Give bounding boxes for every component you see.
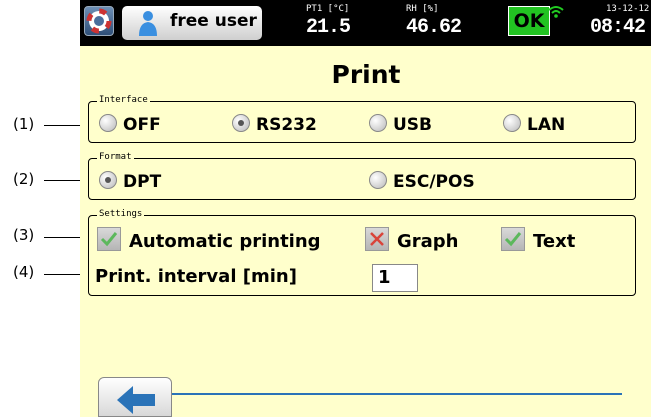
status-bar: free user PT1 [°C] 21.5 RH [%] 46.62 OK … bbox=[80, 0, 651, 46]
format-option-escpos[interactable]: ESC/POS bbox=[369, 171, 475, 192]
format-option-dpt[interactable]: DPT bbox=[99, 171, 161, 192]
checkbox-label: Automatic printing bbox=[129, 231, 321, 252]
callout-2: (2) bbox=[13, 170, 35, 188]
back-button[interactable] bbox=[98, 377, 172, 417]
page-title: Print bbox=[331, 60, 401, 89]
callout-3: (3) bbox=[13, 226, 35, 244]
back-arrow-icon bbox=[99, 386, 171, 417]
graph-checkbox[interactable]: Graph bbox=[365, 227, 459, 252]
print-interval-label: Print. interval [min] bbox=[95, 266, 297, 287]
date-label: 13-12-12 bbox=[606, 4, 650, 14]
interface-legend: Interface bbox=[97, 95, 150, 105]
radio-selected-icon bbox=[232, 114, 250, 132]
settings-legend: Settings bbox=[97, 209, 145, 219]
text-checkbox[interactable]: Text bbox=[501, 227, 575, 252]
option-label: ESC/POS bbox=[393, 172, 475, 192]
checkbox-label: Text bbox=[533, 231, 576, 252]
print-interval-input[interactable]: 1 bbox=[372, 264, 418, 292]
radio-icon bbox=[503, 114, 521, 132]
cross-icon bbox=[365, 227, 389, 251]
interface-group: Interface OFF RS232 USB LAN bbox=[88, 95, 636, 143]
divider-line bbox=[172, 393, 622, 395]
option-label: LAN bbox=[527, 115, 566, 135]
sensor2-value: 46.62 bbox=[406, 16, 462, 39]
radio-icon bbox=[99, 114, 117, 132]
sensor1-value: 21.5 bbox=[306, 16, 351, 39]
radio-icon bbox=[369, 114, 387, 132]
interface-option-usb[interactable]: USB bbox=[369, 114, 432, 135]
user-button[interactable]: free user bbox=[122, 6, 262, 40]
callout-1: (1) bbox=[13, 115, 35, 133]
option-label: RS232 bbox=[256, 115, 317, 135]
ok-badge: OK bbox=[508, 6, 550, 36]
sensor2-label: RH [%] bbox=[406, 4, 439, 14]
interface-option-lan[interactable]: LAN bbox=[503, 114, 565, 135]
interface-option-rs232[interactable]: RS232 bbox=[232, 114, 317, 135]
wifi-icon bbox=[548, 4, 564, 18]
user-label: free user bbox=[170, 11, 257, 31]
check-icon bbox=[97, 227, 121, 251]
option-label: OFF bbox=[123, 115, 161, 135]
callout-4: (4) bbox=[13, 263, 35, 281]
option-label: USB bbox=[393, 115, 433, 135]
radio-selected-icon bbox=[99, 171, 117, 189]
option-label: DPT bbox=[123, 172, 162, 192]
lifebuoy-icon[interactable] bbox=[84, 6, 114, 36]
format-group: Format DPT ESC/POS bbox=[88, 152, 636, 200]
time-value: 08:42 bbox=[590, 16, 646, 39]
radio-icon bbox=[369, 171, 387, 189]
format-legend: Format bbox=[97, 152, 134, 162]
settings-group: Settings Automatic printing Graph Text P… bbox=[88, 209, 636, 296]
check-icon bbox=[501, 227, 525, 251]
automatic-printing-checkbox[interactable]: Automatic printing bbox=[97, 227, 321, 252]
device-screen: free user PT1 [°C] 21.5 RH [%] 46.62 OK … bbox=[80, 0, 651, 417]
checkbox-label: Graph bbox=[397, 231, 459, 252]
user-icon bbox=[136, 9, 160, 37]
interface-option-off[interactable]: OFF bbox=[99, 114, 161, 135]
sensor1-label: PT1 [°C] bbox=[306, 4, 350, 14]
